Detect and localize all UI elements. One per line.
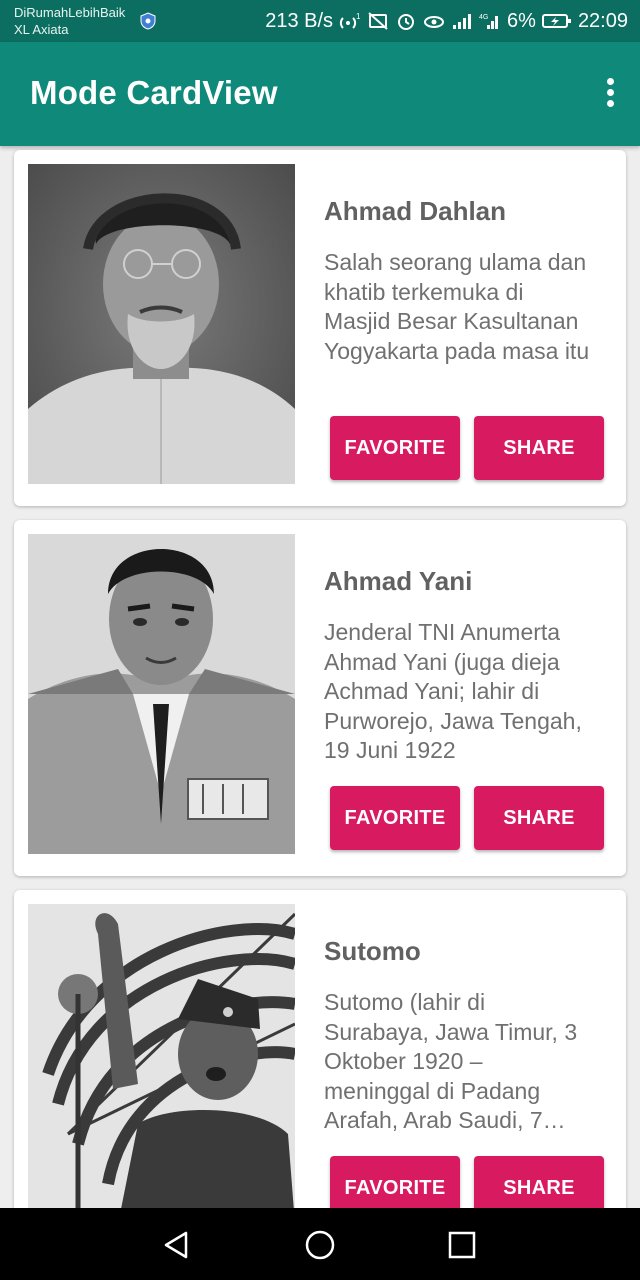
hero-name: Ahmad Dahlan xyxy=(324,196,507,226)
battery-charging-icon xyxy=(541,14,571,28)
share-button[interactable]: SHARE xyxy=(474,786,604,850)
hero-photo xyxy=(28,534,295,854)
carrier-info: DiRumahLebihBaik XL Axiata xyxy=(14,4,125,38)
hero-description: Sutomo (lahir di Surabaya, Jawa Timur, 3… xyxy=(324,989,578,1133)
svg-text:1: 1 xyxy=(356,12,361,21)
hero-photo xyxy=(28,164,295,484)
hero-card[interactable]: Ahmad Yani Jenderal TNI Anumerta Ahmad Y… xyxy=(14,520,626,876)
carrier-line-2: XL Axiata xyxy=(14,22,69,37)
hero-photo xyxy=(28,904,295,1208)
shield-icon xyxy=(140,12,156,30)
alarm-icon xyxy=(398,14,415,30)
favorite-button[interactable]: FAVORITE xyxy=(330,1156,460,1208)
no-sim-icon xyxy=(368,12,388,30)
recents-square-icon[interactable] xyxy=(445,1228,479,1262)
status-icons: 213 B/s 1 4G 6% 22:09 xyxy=(265,9,628,33)
hero-card[interactable]: Ahmad Dahlan Salah seorang ulama dan kha… xyxy=(14,150,626,506)
navigation-bar xyxy=(0,1208,640,1280)
share-button[interactable]: SHARE xyxy=(474,1156,604,1208)
clock: 22:09 xyxy=(577,9,628,32)
hero-name: Ahmad Yani xyxy=(324,566,473,596)
hero-description: Salah seorang ulama dan khatib terkemuka… xyxy=(324,249,590,364)
hero-description: Jenderal TNI Anumerta Ahmad Yani (juga d… xyxy=(324,619,582,763)
battery-percent: 6% xyxy=(507,9,536,32)
app-bar: Mode CardView xyxy=(0,42,640,146)
share-button[interactable]: SHARE xyxy=(474,416,604,480)
more-vert-icon[interactable] xyxy=(604,78,616,110)
signal-4g-icon: 4G xyxy=(479,14,499,29)
app-title: Mode CardView xyxy=(30,74,278,111)
hotspot-icon: 1 xyxy=(339,12,361,29)
favorite-button[interactable]: FAVORITE xyxy=(330,416,460,480)
net-speed: 213 B/s xyxy=(265,9,334,32)
back-triangle-icon[interactable] xyxy=(160,1228,194,1262)
favorite-button[interactable]: FAVORITE xyxy=(330,786,460,850)
home-circle-icon[interactable] xyxy=(303,1228,337,1262)
hero-name: Sutomo xyxy=(324,936,421,966)
card-list[interactable]: Ahmad Dahlan Salah seorang ulama dan kha… xyxy=(0,146,640,1208)
carrier-line-1: DiRumahLebihBaik xyxy=(14,5,126,20)
hero-card[interactable]: Sutomo Sutomo (lahir di Surabaya, Jawa T… xyxy=(14,890,626,1208)
status-bar: DiRumahLebihBaik XL Axiata 213 B/s 1 4G … xyxy=(0,0,640,42)
eye-comfort-icon xyxy=(424,16,445,28)
svg-text:4G: 4G xyxy=(479,14,488,21)
signal-icon xyxy=(453,14,472,29)
